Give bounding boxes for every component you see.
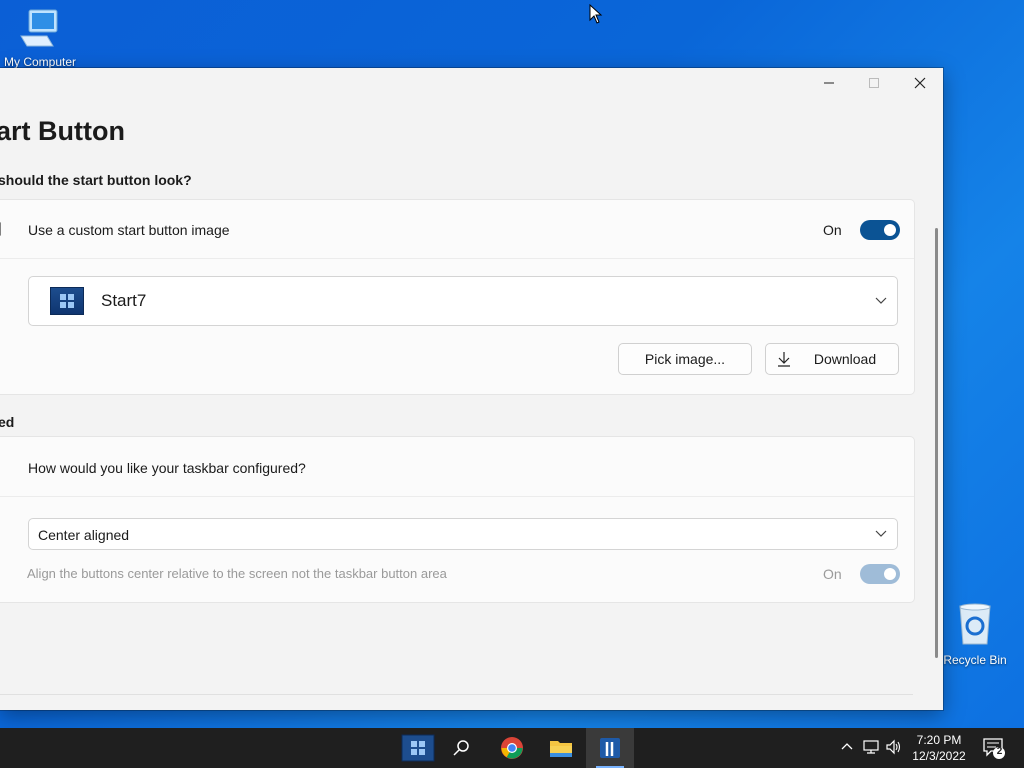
card-divider — [0, 258, 914, 259]
section-header-taskbar: ed — [0, 414, 15, 430]
system-clock[interactable]: 7:20 PM 12/3/2022 — [906, 732, 972, 764]
minimize-button[interactable] — [806, 68, 852, 98]
download-button[interactable]: Download — [765, 343, 899, 375]
maximize-button[interactable] — [851, 68, 897, 98]
mouse-cursor-icon — [589, 4, 603, 24]
start7-thumbnail — [50, 287, 84, 315]
taskbar-alignment-value: Center aligned — [38, 527, 130, 543]
chevron-down-icon — [875, 297, 887, 304]
taskbar-settings-icon — [0, 460, 1, 474]
image-icon — [0, 222, 1, 236]
center-screen-label: Align the buttons center relative to the… — [27, 566, 447, 581]
start-icon — [401, 734, 435, 762]
minimize-icon — [824, 82, 834, 84]
desktop-icon-label: My Computer — [3, 55, 77, 69]
volume-icon[interactable] — [885, 738, 903, 756]
notification-count-badge: 2 — [996, 746, 1003, 757]
file-explorer-button[interactable] — [537, 728, 585, 768]
start-style-value: Start7 — [101, 291, 147, 310]
chrome-taskbar-button[interactable] — [488, 728, 536, 768]
download-label: Download — [813, 351, 877, 367]
content-divider — [0, 694, 913, 695]
recycle-bin-icon — [959, 603, 991, 645]
network-icon[interactable] — [862, 738, 880, 756]
windows-logo-icon — [60, 294, 74, 308]
custom-image-label: Use a custom start button image — [28, 222, 230, 238]
chevron-down-icon — [875, 530, 887, 537]
center-screen-toggle[interactable] — [860, 564, 900, 584]
maximize-icon — [869, 78, 879, 88]
notification-center-button[interactable]: 2 — [982, 736, 1006, 760]
taskbar: 7:20 PM 12/3/2022 2 — [0, 728, 1024, 768]
taskbar-alignment-dropdown[interactable]: Center aligned — [28, 518, 898, 550]
search-icon — [453, 740, 469, 756]
card-divider — [0, 496, 914, 497]
desktop-icon-my-computer[interactable]: My Computer — [0, 6, 80, 69]
custom-image-toggle[interactable] — [860, 220, 900, 240]
pick-image-label: Pick image... — [644, 351, 726, 367]
taskbar-question-label: How would you like your taskbar configur… — [28, 460, 306, 476]
desktop-icon-label: Recycle Bin — [943, 653, 1007, 667]
custom-image-toggle-text: On — [823, 222, 842, 238]
close-button[interactable] — [897, 68, 943, 98]
center-screen-toggle-text: On — [823, 566, 842, 582]
search-button[interactable] — [438, 728, 486, 768]
chevron-up-icon[interactable] — [838, 738, 856, 756]
title-bar[interactable] — [0, 68, 943, 98]
clock-time: 7:20 PM — [916, 733, 962, 747]
close-icon — [914, 77, 926, 89]
startallback-taskbar-button[interactable] — [586, 728, 634, 768]
pick-image-button[interactable]: Pick image... — [618, 343, 752, 375]
app-icon — [600, 738, 620, 758]
page-title: art Button — [0, 116, 125, 146]
folder-icon — [550, 741, 572, 757]
start-style-dropdown[interactable]: Start7 — [28, 276, 898, 326]
section-header-start-button: should the start button look? — [0, 172, 192, 188]
download-icon — [778, 352, 790, 367]
vertical-scrollbar[interactable] — [935, 228, 938, 658]
desktop-icon-recycle-bin[interactable]: Recycle Bin — [938, 600, 1012, 667]
computer-icon — [20, 9, 58, 47]
start-button[interactable] — [394, 728, 442, 768]
clock-date: 12/3/2022 — [912, 749, 966, 763]
settings-window: art Button should the start button look?… — [0, 68, 943, 710]
chrome-icon — [501, 737, 523, 759]
